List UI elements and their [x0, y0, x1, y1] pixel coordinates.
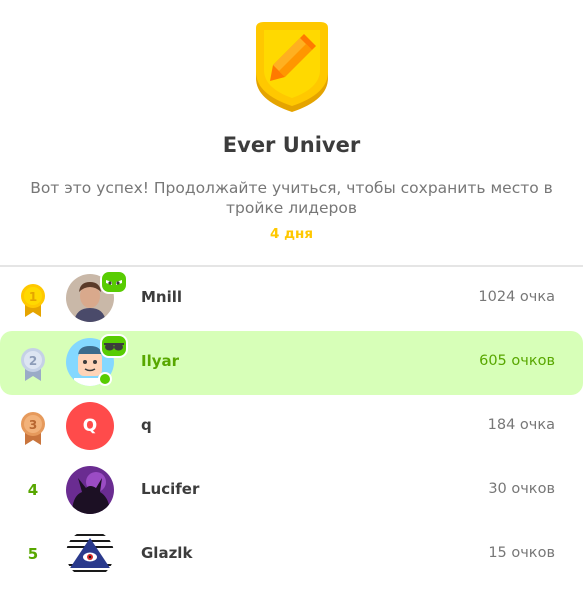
pencil-shield-icon [256, 22, 328, 112]
user-name: Mnill [141, 288, 183, 306]
leaderboard-row[interactable]: 5 Glazlk 15 очков [0, 523, 583, 587]
rank-number: 1 [29, 290, 37, 304]
days-remaining: 4 дня [270, 226, 313, 242]
owl-face-icon [100, 270, 128, 294]
rank-number: 3 [29, 418, 37, 432]
online-status-dot [98, 372, 112, 386]
user-name: Lucifer [141, 480, 200, 498]
silver-medal-icon: 2 [21, 348, 45, 381]
leaderboard-row-current[interactable]: 2 Ilyar 605 очков [0, 331, 583, 395]
avatar[interactable]: Q [66, 402, 114, 450]
avatar[interactable] [66, 466, 114, 514]
user-points: 605 очков [479, 353, 555, 369]
avatar[interactable] [66, 530, 114, 578]
league-title: Ever Univer [222, 133, 361, 157]
bronze-medal-icon: 3 [21, 412, 45, 445]
rank-number: 4 [27, 481, 39, 499]
rank-number: 5 [27, 545, 39, 563]
user-points: 15 очков [488, 545, 555, 561]
leaderboard-row[interactable]: 3 Q q 184 очка [0, 395, 583, 459]
rank-number: 2 [29, 354, 37, 368]
user-points: 1024 очка [478, 289, 555, 305]
league-header: Ever Univer Вот это успех! Продолжайте у… [0, 0, 583, 265]
league-message: Вот это успех! Продолжайте учиться, чтоб… [30, 179, 553, 217]
user-name: Glazlk [141, 544, 193, 562]
cool-owl-face-icon [100, 334, 128, 358]
leaderboard-row[interactable]: 1 Mnill 1024 очка [0, 267, 583, 331]
user-name: Ilyar [141, 352, 180, 370]
gold-medal-icon: 1 [21, 284, 45, 317]
user-points: 184 очка [487, 417, 555, 433]
leaderboard-row[interactable]: 4 Lucifer 30 очков [0, 459, 583, 523]
user-name: q [141, 416, 152, 434]
user-points: 30 очков [488, 481, 555, 497]
